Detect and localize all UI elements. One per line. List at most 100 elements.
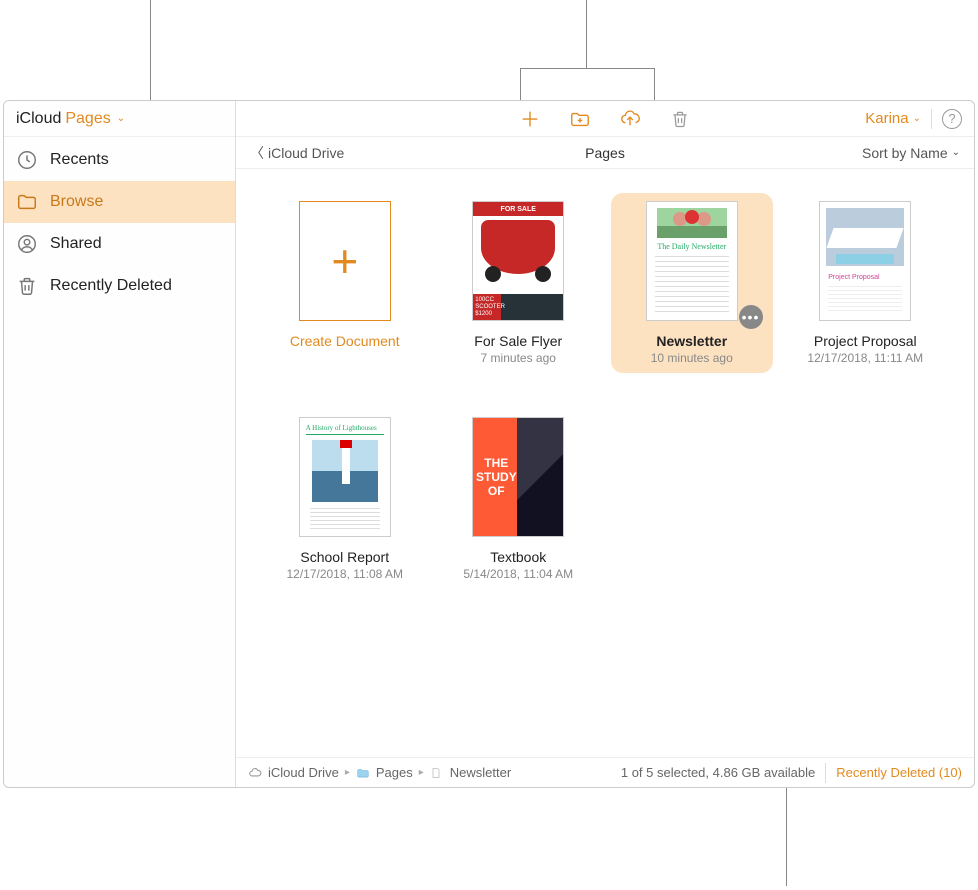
document-tile-textbook[interactable]: THE STUDY OF Textbook 5/14/2018, 11:04 A…: [438, 409, 600, 589]
upload-button[interactable]: [619, 108, 641, 130]
document-tile-newsletter[interactable]: The Daily Newsletter ••• Newsletter 10 m…: [611, 193, 773, 373]
toolbar-right: Karina ⌄ ?: [865, 109, 962, 129]
doc-meta: 12/17/2018, 11:11 AM: [807, 351, 923, 365]
document-tile-school-report[interactable]: A History of Lighthouses School Report 1…: [264, 409, 426, 589]
breadcrumb-item[interactable]: Newsletter: [450, 765, 511, 780]
main-area: Karina ⌄ ? 〈 iCloud Drive Pages Sort by …: [236, 101, 974, 787]
sidebar-item-recently-deleted[interactable]: Recently Deleted: [4, 265, 235, 307]
back-button[interactable]: 〈 iCloud Drive: [250, 143, 344, 163]
doc-title: For Sale Flyer: [474, 333, 562, 349]
chevron-down-icon: ⌄: [117, 113, 125, 124]
toolbar-center: [519, 108, 691, 130]
more-options-button[interactable]: •••: [739, 305, 763, 329]
doc-thumb: The Daily Newsletter: [646, 201, 738, 321]
trash-icon: [16, 275, 38, 297]
location-title: Pages: [585, 145, 625, 161]
sidebar-item-recents[interactable]: Recents: [4, 139, 235, 181]
status-right: 1 of 5 selected, 4.86 GB available Recen…: [621, 763, 962, 783]
thumb-illustration: [836, 254, 894, 264]
thumb-cover-text: THE STUDY OF: [473, 418, 519, 536]
doc-meta: 10 minutes ago: [651, 351, 733, 365]
doc-title: School Report: [300, 549, 389, 565]
chevron-right-icon: ▸: [345, 767, 350, 778]
doc-thumb: FOR SALE 100CC SCOOTER $1200: [472, 201, 564, 321]
thumb-illustration: [481, 220, 555, 274]
doc-title: Newsletter: [656, 333, 727, 349]
sidebar-item-shared[interactable]: Shared: [4, 223, 235, 265]
chevron-down-icon: ⌄: [913, 113, 921, 124]
doc-thumb: Project Proposal: [819, 201, 911, 321]
chevron-right-icon: ▸: [419, 767, 424, 778]
sidebar-item-browse[interactable]: Browse: [4, 181, 235, 223]
callout-line: [520, 68, 521, 100]
doc-title: Textbook: [490, 549, 546, 565]
folder-icon: [16, 191, 38, 213]
status-bar: iCloud Drive ▸ Pages ▸ Newsletter 1 of 5…: [236, 757, 974, 787]
thumb-photo: [826, 208, 904, 266]
breadcrumb-item[interactable]: Pages: [376, 765, 413, 780]
app-name-label: Pages: [65, 110, 110, 128]
folder-icon: [356, 766, 370, 780]
thumb-body-lines: [310, 508, 380, 530]
doc-thumb: THE STUDY OF: [472, 417, 564, 537]
callout-line: [520, 68, 654, 69]
thumb-label: Project Proposal: [828, 274, 879, 281]
account-name-label: Karina: [865, 110, 908, 127]
sidebar-list: Recents Browse Shared Recently Deleted: [4, 137, 235, 307]
chevron-down-icon: ⌄: [952, 147, 960, 158]
thumb-illustration: [685, 210, 699, 224]
thumb-price: 100CC SCOOTER $1200: [475, 297, 505, 318]
thumb-illustration: [827, 228, 904, 248]
document-tile-for-sale-flyer[interactable]: FOR SALE 100CC SCOOTER $1200 For Sale Fl…: [438, 193, 600, 373]
icloud-label: iCloud: [16, 110, 61, 128]
breadcrumb-item[interactable]: iCloud Drive: [268, 765, 339, 780]
person-icon: [16, 233, 38, 255]
create-document-thumb: +: [299, 201, 391, 321]
app-window: iCloud Pages ⌄ Recents Browse: [3, 100, 975, 788]
new-folder-button[interactable]: [569, 108, 591, 130]
recently-deleted-link[interactable]: Recently Deleted (10): [836, 765, 962, 780]
sidebar-item-label: Recents: [50, 151, 109, 169]
add-button[interactable]: [519, 108, 541, 130]
doc-thumb: A History of Lighthouses: [299, 417, 391, 537]
doc-meta: 12/17/2018, 11:08 AM: [286, 567, 403, 581]
document-icon: [430, 766, 444, 780]
divider: [825, 763, 826, 783]
sort-menu[interactable]: Sort by Name ⌄: [862, 145, 960, 161]
selection-status: 1 of 5 selected, 4.86 GB available: [621, 765, 815, 780]
callout-line: [586, 0, 587, 68]
thumb-heading: A History of Lighthouses: [306, 424, 384, 435]
thumb-heading: The Daily Newsletter: [647, 242, 737, 251]
breadcrumb: iCloud Drive ▸ Pages ▸ Newsletter: [248, 765, 511, 780]
doc-title: Create Document: [290, 333, 400, 349]
thumb-illustration: [340, 440, 352, 448]
sidebar-item-label: Browse: [50, 193, 103, 211]
callout-line: [654, 68, 655, 100]
help-button[interactable]: ?: [942, 109, 962, 129]
clock-icon: [16, 149, 38, 171]
document-grid: + Create Document FOR SALE 100CC SCOOTER…: [264, 193, 946, 589]
location-bar: 〈 iCloud Drive Pages Sort by Name ⌄: [236, 137, 974, 169]
thumb-illustration: [342, 444, 350, 484]
app-switcher[interactable]: iCloud Pages ⌄: [4, 101, 235, 137]
doc-title: Project Proposal: [814, 333, 917, 349]
divider: [931, 109, 932, 129]
sidebar-item-label: Shared: [50, 235, 102, 253]
sort-label: Sort by Name: [862, 145, 948, 161]
thumb-banner: FOR SALE: [473, 202, 563, 216]
delete-button[interactable]: [669, 108, 691, 130]
document-grid-container: + Create Document FOR SALE 100CC SCOOTER…: [236, 169, 974, 757]
thumb-body-lines: [655, 256, 729, 314]
toolbar: Karina ⌄ ?: [236, 101, 974, 137]
chevron-left-icon: 〈: [250, 143, 264, 163]
account-menu[interactable]: Karina ⌄: [865, 110, 921, 127]
sidebar-item-label: Recently Deleted: [50, 277, 172, 295]
doc-meta: 5/14/2018, 11:04 AM: [463, 567, 573, 581]
thumb-body-lines: [828, 286, 902, 314]
create-document-tile[interactable]: + Create Document: [264, 193, 426, 373]
sidebar: iCloud Pages ⌄ Recents Browse: [4, 101, 236, 787]
cloud-icon: [248, 766, 262, 780]
plus-icon: +: [331, 234, 358, 288]
thumb-photo: [517, 418, 563, 536]
document-tile-project-proposal[interactable]: Project Proposal Project Proposal 12/17/…: [785, 193, 947, 373]
